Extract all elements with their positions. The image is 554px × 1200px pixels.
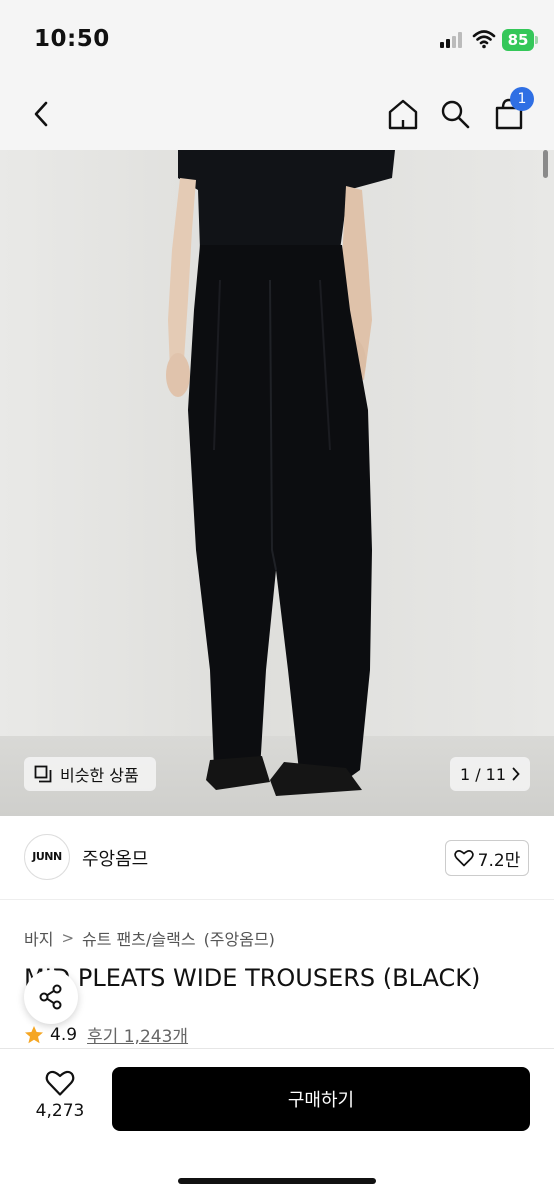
home-button[interactable] bbox=[382, 93, 424, 135]
brand-row: JUNN 주앙옴므 7.2만 bbox=[0, 816, 554, 900]
similar-products-label: 비슷한 상품 bbox=[60, 766, 139, 785]
product-image-gallery[interactable]: 비슷한 상품 1 / 11 bbox=[0, 150, 554, 816]
breadcrumb: 바지 > 슈트 팬츠/슬랙스 (주앙옴므) bbox=[24, 926, 275, 950]
back-button[interactable] bbox=[20, 93, 62, 135]
chevron-right-icon: > bbox=[61, 929, 75, 947]
brand-like-button[interactable]: 7.2만 bbox=[445, 840, 529, 876]
cart-button[interactable]: 1 bbox=[488, 87, 534, 135]
status-bar: 10:50 85 bbox=[0, 0, 554, 80]
similar-items-icon bbox=[34, 765, 52, 783]
brand-name[interactable]: 주앙옴므 bbox=[82, 845, 148, 871]
home-icon bbox=[388, 99, 418, 130]
cellular-signal-icon bbox=[440, 32, 466, 48]
brand-like-count: 7.2만 bbox=[477, 850, 521, 871]
rating-row: 4.9 후기 1,243개 bbox=[24, 1022, 188, 1047]
product-photo bbox=[166, 150, 395, 796]
top-navigation: 1 bbox=[0, 80, 554, 150]
status-time: 10:50 bbox=[34, 26, 110, 52]
star-icon bbox=[25, 1025, 43, 1043]
brand-logo[interactable]: JUNN bbox=[24, 834, 70, 880]
heart-outline-icon bbox=[45, 1070, 75, 1096]
product-title: MID PLEATS WIDE TROUSERS (BLACK) bbox=[24, 964, 481, 992]
share-icon bbox=[39, 984, 62, 1010]
cart-count-badge: 1 bbox=[510, 87, 534, 111]
breadcrumb-item-pants[interactable]: 바지 bbox=[24, 926, 53, 950]
image-pager[interactable]: 1 / 11 bbox=[450, 757, 530, 791]
chevron-right-icon bbox=[512, 767, 520, 781]
chevron-left-icon bbox=[34, 101, 48, 127]
wishlist-count: 4,273 bbox=[35, 1101, 85, 1121]
wifi-icon bbox=[472, 30, 496, 49]
similar-products-button[interactable]: 비슷한 상품 bbox=[24, 757, 156, 791]
buy-button[interactable]: 구매하기 bbox=[112, 1067, 530, 1131]
search-button[interactable] bbox=[434, 93, 476, 135]
breadcrumb-item-slacks[interactable]: 슈트 팬츠/슬랙스 bbox=[82, 926, 196, 950]
search-icon bbox=[441, 100, 470, 129]
home-indicator bbox=[178, 1178, 376, 1184]
rating-value: 4.9 bbox=[50, 1024, 78, 1045]
review-count-link[interactable]: 후기 1,243개 bbox=[87, 1022, 188, 1047]
scroll-indicator bbox=[543, 150, 548, 178]
pager-text: 1 / 11 bbox=[459, 764, 507, 784]
share-button[interactable] bbox=[24, 970, 78, 1024]
breadcrumb-item-brand[interactable]: (주앙옴므) bbox=[204, 926, 275, 950]
battery-indicator: 85 bbox=[502, 29, 538, 51]
bottom-purchase-bar: 4,273 구매하기 bbox=[0, 1049, 554, 1200]
wishlist-button[interactable]: 4,273 bbox=[24, 1069, 96, 1133]
heart-outline-icon bbox=[453, 850, 474, 867]
